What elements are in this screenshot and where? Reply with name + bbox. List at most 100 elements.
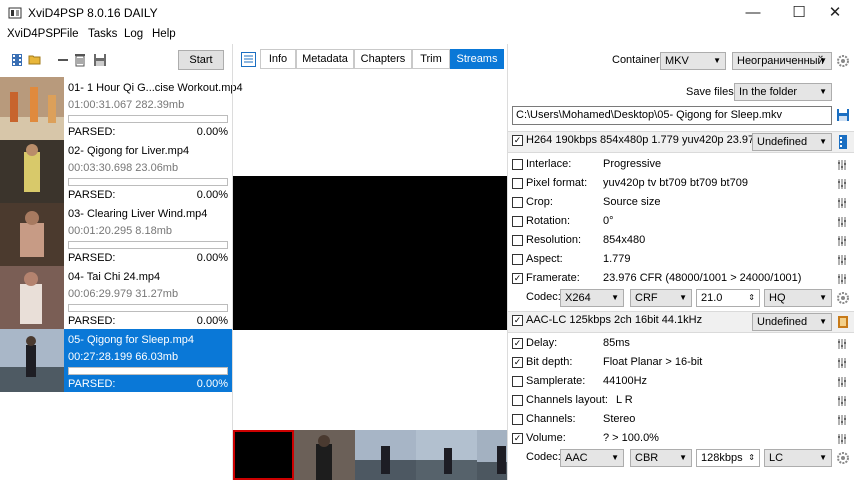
container-select[interactable]: MKV ▼ [660, 52, 726, 70]
tab-info[interactable]: Info [260, 49, 296, 69]
checkbox[interactable] [512, 197, 523, 208]
menu-help[interactable]: Help [152, 28, 176, 40]
limit-select[interactable]: Неограниченный ▼ [732, 52, 832, 70]
checkbox[interactable]: ✓ [512, 338, 523, 349]
equalizer-icon[interactable] [836, 338, 848, 350]
equalizer-icon[interactable] [836, 376, 848, 388]
output-path-field[interactable]: C:\Users\Mohamed\Desktop\05- Qigong for … [512, 106, 832, 125]
progress-bar [68, 115, 228, 123]
equalizer-icon[interactable] [836, 395, 848, 407]
checkbox[interactable] [512, 254, 523, 265]
preset-select[interactable]: HQ ▼ [764, 289, 832, 307]
audio-codec-icon[interactable] [836, 315, 850, 329]
gear-icon[interactable] [836, 54, 850, 68]
checkbox[interactable] [512, 235, 523, 246]
video-row-crop: Crop: Source size [508, 194, 854, 213]
equalizer-icon[interactable] [836, 414, 848, 426]
video-mode-select[interactable]: Undefined ▼ [752, 133, 832, 151]
checkbox[interactable]: ✓ [512, 273, 523, 284]
filmstrip-frame[interactable] [355, 430, 416, 480]
file-status: PARSED: [68, 252, 116, 264]
minimize-button[interactable]: — [730, 0, 776, 26]
row-label: Volume: [526, 432, 566, 444]
tab-metadata[interactable]: Metadata [296, 49, 354, 69]
filmstrip-frame[interactable] [233, 430, 294, 480]
film-icon[interactable] [10, 53, 24, 67]
row-value: L R [616, 394, 633, 406]
save-icon[interactable] [836, 108, 850, 122]
remove-icon[interactable] [56, 53, 70, 67]
row-label: Delay: [526, 337, 558, 349]
menu-log[interactable]: Log [124, 28, 143, 40]
audio-stream-header: ✓ AAC-LC 125kbps 2ch 16bit 44.1kHz Undef… [508, 311, 854, 333]
filmstrip[interactable] [233, 430, 507, 480]
filmstrip-frame[interactable] [477, 430, 507, 480]
video-row-interlace: Interlace: Progressive [508, 156, 854, 175]
audio-row-delay: ✓ Delay: 85ms [508, 335, 854, 354]
checkbox[interactable] [512, 376, 523, 387]
video-codec-select[interactable]: X264 ▼ [560, 289, 624, 307]
filmstrip-frame[interactable] [416, 430, 477, 480]
video-codec-icon[interactable] [836, 135, 850, 149]
video-stream-checkbox[interactable]: ✓ [512, 135, 523, 146]
checkbox[interactable] [512, 395, 523, 406]
filmstrip-frame[interactable] [294, 430, 355, 480]
quality-stepper[interactable]: 21.0 ⇕ [696, 289, 760, 307]
audio-mode-select[interactable]: Undefined ▼ [752, 313, 832, 331]
checkbox[interactable]: ✓ [512, 433, 523, 444]
file-percent: 0.00% [196, 252, 228, 264]
codec-label: Codec: [526, 451, 561, 463]
equalizer-icon[interactable] [836, 178, 848, 190]
tab-streams[interactable]: Streams [450, 49, 504, 69]
list-view-icon[interactable] [241, 52, 256, 67]
video-stream-info: H264 190kbps 854x480p 1.779 yuv420p 23.9… [526, 134, 761, 146]
equalizer-icon[interactable] [836, 357, 848, 369]
file-status: PARSED: [68, 126, 116, 138]
folder-open-icon[interactable] [28, 53, 42, 67]
checkbox[interactable] [512, 178, 523, 189]
checkbox[interactable] [512, 414, 523, 425]
menu-file[interactable]: File [60, 28, 79, 40]
row-value: Source size [603, 196, 661, 208]
save-icon[interactable] [93, 53, 107, 67]
audio-stream-checkbox[interactable]: ✓ [512, 315, 523, 326]
checkbox[interactable]: ✓ [512, 357, 523, 368]
file-item[interactable]: 04- Tai Chi 24.mp4 00:06:29.979 31.27mb … [0, 266, 232, 329]
row-value: Stereo [603, 413, 636, 425]
profile-select[interactable]: LC ▼ [764, 449, 832, 467]
rate-control-select[interactable]: CRF ▼ [630, 289, 692, 307]
file-percent: 0.00% [196, 315, 228, 327]
audio-codec-select[interactable]: AAC ▼ [560, 449, 624, 467]
tab-chapters[interactable]: Chapters [354, 49, 412, 69]
close-button[interactable]: ✕ [812, 0, 854, 26]
equalizer-icon[interactable] [836, 254, 848, 266]
file-item[interactable]: 02- Qigong for Liver.mp4 00:03:30.698 23… [0, 140, 232, 203]
video-preview[interactable] [233, 176, 507, 330]
save-files-select[interactable]: In the folder ▼ [734, 83, 832, 101]
checkbox[interactable] [512, 216, 523, 227]
gear-icon[interactable] [836, 291, 850, 305]
gear-icon[interactable] [836, 451, 850, 465]
row-value: 1.779 [603, 253, 631, 265]
equalizer-icon[interactable] [836, 216, 848, 228]
row-label: Channels layout: [526, 394, 608, 406]
trash-icon[interactable] [73, 53, 87, 67]
checkbox[interactable] [512, 159, 523, 170]
file-item[interactable]: 03- Clearing Liver Wind.mp4 00:01:20.295… [0, 203, 232, 266]
menu-xvid4psp[interactable]: XviD4PSP [7, 28, 61, 40]
start-button[interactable]: Start [178, 50, 224, 70]
audio-row-channels: Channels: Stereo [508, 411, 854, 430]
bitrate-stepper[interactable]: 128kbps ⇕ [696, 449, 760, 467]
streams-panel: Container: MKV ▼ Неограниченный ▼ Save fil… [508, 52, 854, 480]
equalizer-icon[interactable] [836, 197, 848, 209]
equalizer-icon[interactable] [836, 273, 848, 285]
file-item-selected[interactable]: 05- Qigong for Sleep.mp4 00:27:28.199 66… [0, 329, 232, 392]
equalizer-icon[interactable] [836, 159, 848, 171]
audio-rate-control-select[interactable]: CBR ▼ [630, 449, 692, 467]
tab-trim[interactable]: Trim [412, 49, 450, 69]
equalizer-icon[interactable] [836, 235, 848, 247]
menu-tasks[interactable]: Tasks [88, 28, 117, 40]
audio-codec-row: Codec: AAC ▼ CBR ▼ 128kbps ⇕ LC ▼ [508, 448, 854, 468]
file-item[interactable]: 01- 1 Hour Qi G...cise Workout.mp4 01:00… [0, 77, 243, 140]
equalizer-icon[interactable] [836, 433, 848, 445]
